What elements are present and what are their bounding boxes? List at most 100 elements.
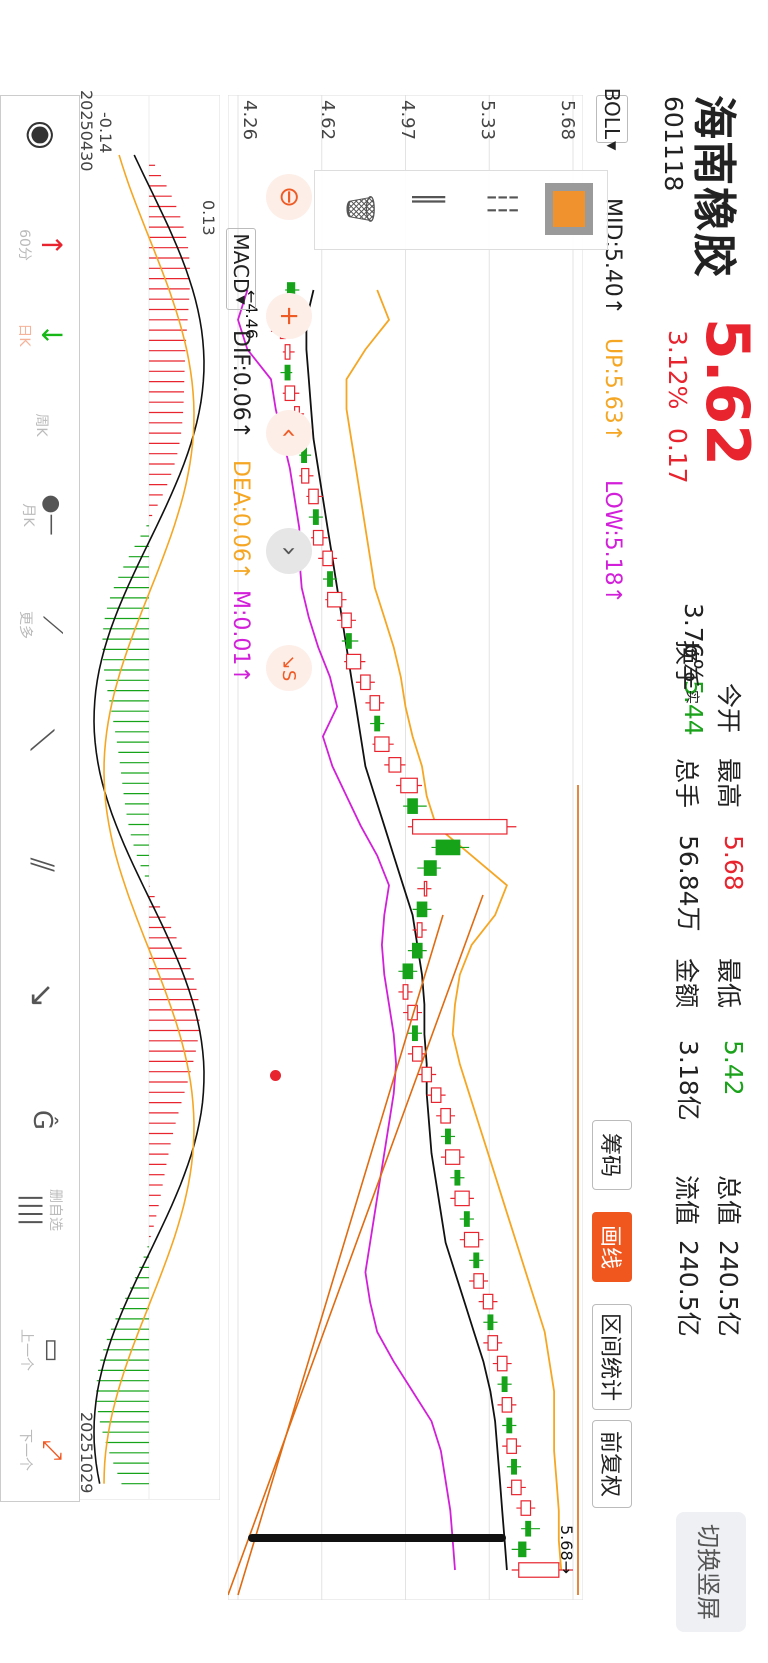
price-axis-4: 4.62 xyxy=(317,100,338,141)
candle-body xyxy=(435,839,461,856)
candle-body xyxy=(360,674,371,691)
candle-body xyxy=(345,653,362,670)
event-dot[interactable] xyxy=(270,1070,281,1081)
forward-adjust-tab[interactable]: 前复权 xyxy=(592,1420,632,1508)
quote-label-volume: 总手 xyxy=(672,758,701,809)
change-amount: 0.17 xyxy=(663,428,692,484)
candle-body xyxy=(496,1355,508,1372)
boll-line-mid xyxy=(305,289,508,1571)
boll-up: UP:5.63↑ xyxy=(600,338,625,443)
segment-line-icon: ●— xyxy=(39,494,65,536)
change-percent: 3.12% xyxy=(663,330,692,410)
candle-body xyxy=(454,1169,461,1186)
candle-body xyxy=(341,612,352,629)
macd-m: M:0.01↑ xyxy=(228,590,253,684)
candle-body xyxy=(511,1479,522,1496)
close-circle-icon[interactable]: ⊖ xyxy=(266,174,312,220)
quote-label-total-value: 总值 xyxy=(714,1175,743,1226)
ray-line-icon[interactable]: ⟍ xyxy=(13,711,71,769)
tool-prev[interactable]: ▭ 上一个 xyxy=(13,1321,71,1379)
eye-icon[interactable]: ◉ xyxy=(13,106,71,164)
tool-more[interactable]: ⟋ 更多 xyxy=(13,596,71,654)
price-axis-3: 4.97 xyxy=(397,100,418,141)
current-price: 5.62 xyxy=(692,318,762,467)
macd-dea: DEA:0.06↑ xyxy=(228,460,253,581)
candle-body xyxy=(327,571,333,587)
expand-icon: ⤢ xyxy=(37,1439,68,1461)
candle-body xyxy=(525,1520,532,1537)
candle-body xyxy=(482,1293,494,1310)
candle-body xyxy=(411,942,423,959)
interval-stats-tab[interactable]: 区间统计 xyxy=(592,1304,632,1410)
draw-line-tab[interactable]: 画线 xyxy=(592,1212,632,1282)
trash-icon[interactable]: 🗑 xyxy=(344,191,377,227)
vertical-lines-icon: |||| xyxy=(18,1193,46,1227)
landscape-stage: 海南橡胶 5.62 601118 3.12% 0.17 今开 5.44 换手实 … xyxy=(0,0,768,1663)
home-indicator xyxy=(248,1534,506,1542)
shrink-arrows-icon[interactable]: ↘S xyxy=(266,645,312,691)
macd-chart[interactable] xyxy=(78,95,220,1500)
candle-body xyxy=(416,901,428,918)
trend-line-2 xyxy=(237,914,444,1596)
price-axis-2: 5.33 xyxy=(477,100,498,141)
tool-delete-custom[interactable]: 删自选 |||| xyxy=(13,1181,71,1239)
candle-body xyxy=(301,467,310,484)
parallel-lines-icon[interactable]: ⫽ xyxy=(13,836,71,894)
boll-line-up xyxy=(345,289,563,1571)
candle-body xyxy=(501,1397,513,1413)
candle-body xyxy=(322,550,333,567)
boll-selector[interactable]: BOLL ▼ xyxy=(596,88,628,150)
candle-body xyxy=(473,1273,484,1289)
candle-body xyxy=(411,1025,418,1042)
tool-month-k[interactable]: ●— 月K xyxy=(13,486,71,544)
price-axis-max: 5.68 xyxy=(557,100,578,141)
solid-line-icon[interactable]: ║ xyxy=(412,191,445,208)
tool-next[interactable]: ⤢ 下一个 xyxy=(13,1421,71,1479)
macd-axis-max: 0.13 xyxy=(199,200,218,236)
candle-body xyxy=(374,736,390,753)
candle-body xyxy=(473,1252,480,1269)
candle-body xyxy=(312,509,319,525)
trend-line-1 xyxy=(228,894,484,1596)
quote-value-turnover: 3.76% xyxy=(679,603,708,683)
quote-label-open: 今开 xyxy=(714,683,743,734)
tool-day-k[interactable]: ↓ 日K xyxy=(13,306,71,364)
candle-body xyxy=(511,1458,517,1475)
chevron-right-icon[interactable]: › xyxy=(266,528,312,574)
macd-selector[interactable]: MACD ▼ xyxy=(226,228,256,310)
quote-value-total-value: 240.5亿 xyxy=(714,1240,743,1337)
chevron-down-icon: ▼ xyxy=(605,141,619,151)
quote-label-high: 最高 xyxy=(714,758,743,809)
tool-60min[interactable]: ↑ 60分 xyxy=(13,216,71,274)
candle-body xyxy=(400,777,418,794)
max-price-marker: 5.68→ xyxy=(557,1525,576,1574)
arrow-line-icon[interactable]: ↘ xyxy=(13,966,71,1024)
quote-value-amount: 3.18亿 xyxy=(674,1040,703,1121)
candle-body xyxy=(423,880,428,897)
switch-portrait-button[interactable]: 切换竖屏 xyxy=(676,1512,746,1632)
candle-body xyxy=(423,860,437,876)
candle-body xyxy=(284,344,291,360)
boll-label: BOLL xyxy=(600,87,624,140)
macd-dif: DIF:0.06↑ xyxy=(228,330,253,440)
candle-body xyxy=(411,1046,423,1062)
rectangle-icon: ▭ xyxy=(37,1337,67,1363)
candle-body xyxy=(520,1500,532,1516)
candle-body xyxy=(411,818,508,835)
candle-body xyxy=(445,1128,451,1145)
stock-code: 601118 xyxy=(659,96,688,192)
candle-body xyxy=(454,1190,470,1207)
dashed-line-icon[interactable]: ┆┆ xyxy=(486,189,519,215)
chevron-left-icon[interactable]: ‹ xyxy=(266,410,312,456)
fib-g-icon[interactable]: Ĝ xyxy=(13,1091,71,1149)
color-swatch-button[interactable] xyxy=(545,183,593,235)
zoom-in-icon[interactable]: + xyxy=(266,293,312,339)
candle-body xyxy=(388,757,402,773)
candle-body xyxy=(518,1562,560,1578)
chevron-down-icon: ▼ xyxy=(234,295,248,305)
chips-tab[interactable]: 筹码 xyxy=(592,1120,632,1190)
candle-body xyxy=(430,1087,442,1103)
tool-week-k[interactable]: 周K xyxy=(13,396,71,454)
candle-body xyxy=(506,1417,513,1434)
diagonal-line-icon: ⟋ xyxy=(37,615,68,635)
